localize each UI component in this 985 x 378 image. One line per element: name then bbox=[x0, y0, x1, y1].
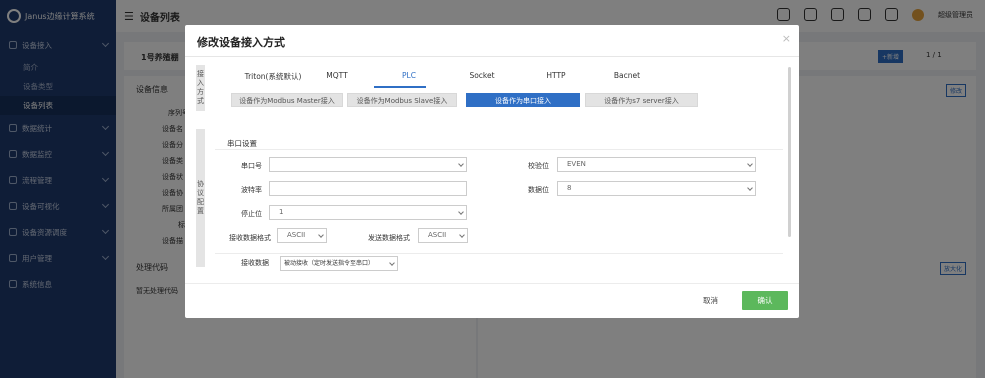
modbus-master-button[interactable]: 设备作为Modbus Master接入 bbox=[231, 93, 343, 107]
scrollbar[interactable] bbox=[788, 67, 791, 237]
databits-label: 数据位 bbox=[528, 186, 549, 194]
tab-http[interactable]: HTTP bbox=[541, 71, 571, 80]
protocol-config-label: 协议配置 bbox=[196, 129, 205, 267]
divider bbox=[185, 56, 799, 57]
confirm-button[interactable]: 确认 bbox=[742, 291, 788, 310]
s7-server-button[interactable]: 设备作为s7 server接入 bbox=[585, 93, 698, 107]
stopbits-select[interactable]: 1 bbox=[269, 205, 467, 220]
tab-bacnet[interactable]: Bacnet bbox=[611, 71, 643, 80]
baud-input[interactable] bbox=[269, 181, 467, 196]
access-mode-label: 接入方式 bbox=[196, 65, 205, 111]
cancel-button[interactable]: 取消 bbox=[703, 295, 718, 306]
divider bbox=[215, 149, 783, 150]
divider bbox=[185, 283, 799, 284]
modbus-slave-button[interactable]: 设备作为Modbus Slave接入 bbox=[347, 93, 457, 107]
divider bbox=[215, 253, 783, 254]
parity-label: 校验位 bbox=[528, 162, 549, 170]
serial-button[interactable]: 设备作为串口接入 bbox=[466, 93, 580, 107]
modal: 修改设备接入方式 × 接入方式 协议配置 Triton(系统默认) MQTT P… bbox=[185, 25, 799, 318]
recv-format-label: 接收数据格式 bbox=[229, 234, 271, 242]
section-title: 串口设置 bbox=[227, 139, 257, 148]
tab-mqtt[interactable]: MQTT bbox=[321, 71, 353, 80]
port-select[interactable] bbox=[269, 157, 467, 172]
stopbits-label: 停止位 bbox=[241, 210, 262, 218]
tab-indicator bbox=[374, 86, 426, 88]
baud-label: 波特率 bbox=[241, 186, 262, 194]
port-label: 串口号 bbox=[241, 162, 262, 170]
parity-select[interactable]: EVEN bbox=[557, 157, 756, 172]
send-format-label: 发送数据格式 bbox=[368, 234, 410, 242]
tab-socket[interactable]: Socket bbox=[465, 71, 499, 80]
close-icon[interactable]: × bbox=[782, 32, 791, 45]
modal-title: 修改设备接入方式 bbox=[197, 36, 285, 49]
tab-triton[interactable]: Triton(系统默认) bbox=[235, 71, 311, 82]
recv-data-label: 接收数据 bbox=[241, 259, 269, 267]
tab-plc[interactable]: PLC bbox=[394, 71, 424, 80]
databits-select[interactable]: 8 bbox=[557, 181, 756, 196]
recv-data-select[interactable]: 被动接收（定时发送指令至串口） bbox=[280, 256, 398, 271]
